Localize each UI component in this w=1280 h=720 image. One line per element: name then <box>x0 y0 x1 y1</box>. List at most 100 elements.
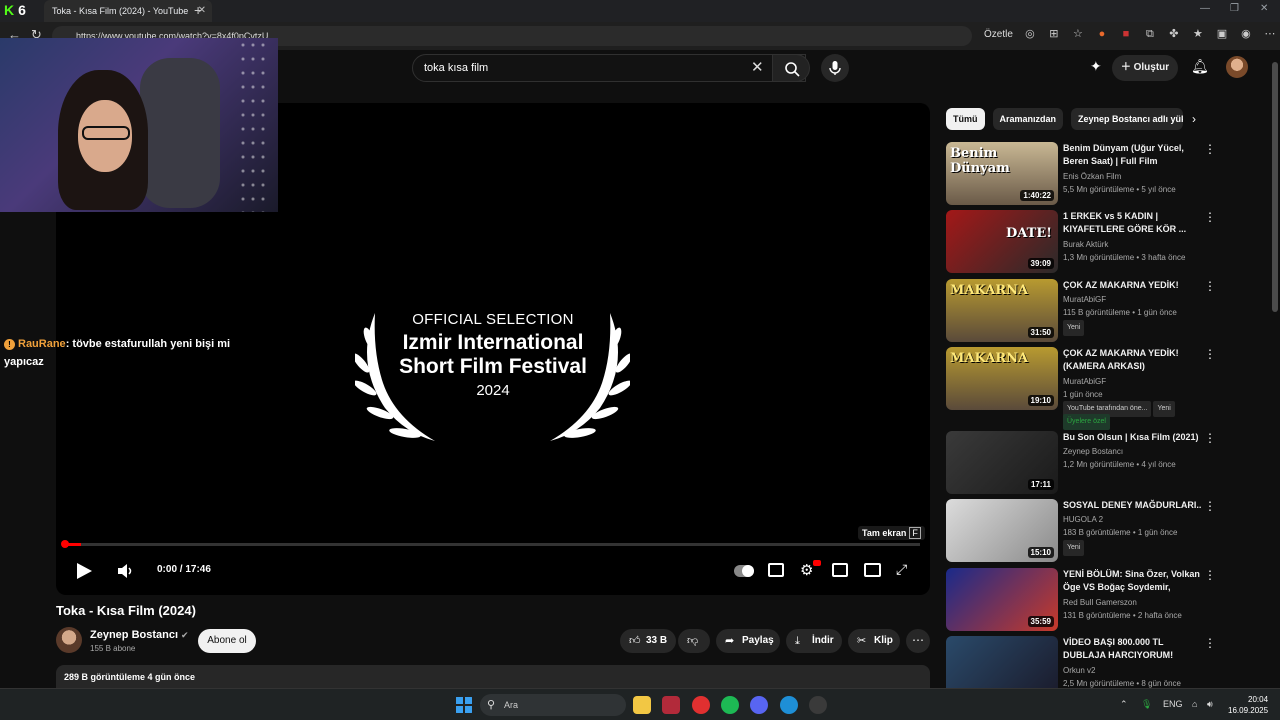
opera-icon[interactable] <box>692 696 710 714</box>
edge-icon[interactable] <box>780 696 798 714</box>
settings-gear-icon[interactable]: ⚙ <box>800 561 813 583</box>
rec-title[interactable]: SOSYAL DENEY MAĞDURLARI.. <box>1063 499 1203 512</box>
speaker-icon[interactable]: 🔊︎ <box>1207 699 1213 710</box>
subtitles-icon[interactable] <box>768 563 784 577</box>
rec-channel[interactable]: Enis Özkan Film <box>1063 170 1203 184</box>
video-thumbnail[interactable]: DATE! 39:09 <box>946 210 1058 273</box>
progress-bar[interactable] <box>64 543 920 546</box>
channel-avatar[interactable] <box>56 627 82 653</box>
more-vertical-icon[interactable]: ⋮ <box>1204 636 1216 650</box>
more-vertical-icon[interactable]: ⋮ <box>1204 279 1216 293</box>
reader-icon[interactable]: ◎ <box>1023 27 1037 41</box>
video-thumbnail[interactable]: 17:11 <box>946 431 1058 494</box>
chip-all[interactable]: Tümü <box>946 108 985 130</box>
share-button[interactable]: ➦ Paylaş <box>716 629 780 653</box>
chip-from-search[interactable]: Aramanızdan <box>992 108 1064 130</box>
new-tab-button[interactable]: + <box>194 2 202 18</box>
network-icon[interactable]: ⌂ <box>1192 699 1197 709</box>
favorites-icon[interactable]: ★ <box>1191 27 1205 41</box>
windows-start-icon[interactable] <box>455 696 473 714</box>
rec-channel[interactable]: Red Bull Gamerszon <box>1063 596 1203 610</box>
plus-icon: ＋ <box>1120 62 1134 73</box>
download-button[interactable]: ⤓ İndir <box>786 629 842 653</box>
taskbar-search[interactable]: Ara <box>480 694 626 716</box>
create-button[interactable]: ＋ Oluştur <box>1112 55 1178 81</box>
mic-tray-icon[interactable]: 🎙︎ <box>1141 699 1152 710</box>
miniplayer-icon[interactable] <box>832 563 848 577</box>
more-menu-icon[interactable]: ⋯ <box>1263 27 1277 41</box>
rec-channel[interactable]: MuratAbiGF <box>1063 293 1203 307</box>
favorite-star-icon[interactable]: ☆ <box>1071 27 1085 41</box>
voice-search-button[interactable] <box>821 54 849 82</box>
video-thumbnail[interactable]: MAKARNA 19:10 <box>946 347 1058 410</box>
clear-search-icon[interactable]: ✕ <box>751 58 764 76</box>
video-thumbnail[interactable] <box>946 636 1058 688</box>
extension-icon[interactable]: ● <box>1095 27 1109 41</box>
apps-icon[interactable]: ⊞ <box>1047 27 1061 41</box>
search-button[interactable] <box>772 54 810 82</box>
chip-channel[interactable]: Zeynep Bostancı adlı yük <box>1071 108 1184 130</box>
extension-badge-icon[interactable]: ■ <box>1119 27 1133 41</box>
more-actions-button[interactable]: ⋯ <box>906 629 930 653</box>
rec-channel[interactable]: HUGOLA 2 <box>1063 513 1203 527</box>
extensions-puzzle-icon[interactable]: ✤ <box>1167 27 1181 41</box>
rec-title[interactable]: ÇOK AZ MAKARNA YEDİK! <box>1063 279 1203 292</box>
split-screen-icon[interactable]: ⧉ <box>1143 27 1157 41</box>
description-box[interactable]: 289 B görüntüleme 4 gün önce <box>56 665 930 689</box>
chevron-right-icon[interactable]: › <box>1192 112 1196 126</box>
video-thumbnail[interactable]: 15:10 <box>946 499 1058 562</box>
theater-mode-icon[interactable] <box>864 563 881 577</box>
more-vertical-icon[interactable]: ⋮ <box>1204 568 1216 582</box>
system-clock[interactable]: 20:04 16.09.2025 <box>1228 694 1268 716</box>
browser-tab[interactable]: Toka - Kısa Film (2024) - YouTube ✕ <box>44 0 212 22</box>
maximize-icon[interactable]: ❐ <box>1230 3 1239 14</box>
minimize-icon[interactable]: — <box>1200 3 1210 14</box>
like-button[interactable]: 👍︎ 33 B <box>620 629 676 653</box>
rec-title[interactable]: 1 ERKEK vs 5 KADIN | KIYAFETLERE GÖRE KÖ… <box>1063 210 1203 236</box>
fullscreen-icon[interactable]: ⤢ <box>896 561 907 583</box>
file-explorer-icon[interactable] <box>633 696 651 714</box>
summarize-button[interactable]: Özetle <box>984 29 1013 40</box>
more-vertical-icon[interactable]: ⋮ <box>1204 499 1216 513</box>
rec-channel[interactable]: Orkun v2 <box>1063 664 1203 678</box>
rec-title[interactable]: VİDEO BAŞI 800.000 TL DUBLAJA HARCIYORUM… <box>1063 636 1203 662</box>
video-thumbnail[interactable]: 35:59 <box>946 568 1058 631</box>
autoplay-toggle[interactable] <box>734 565 754 577</box>
rec-channel[interactable]: Burak Aktürk <box>1063 238 1203 252</box>
notifications-bell-icon[interactable]: 🔔︎ <box>1191 58 1209 75</box>
page-scrollbar[interactable] <box>1270 50 1280 688</box>
rec-title[interactable]: Bu Son Olsun | Kısa Film (2021) <box>1063 431 1203 444</box>
more-vertical-icon[interactable]: ⋮ <box>1204 347 1216 361</box>
recommendation-item[interactable]: VİDEO BAŞI 800.000 TL DUBLAJA HARCIYORUM… <box>946 636 1264 688</box>
video-thumbnail[interactable]: MAKARNA 31:50 <box>946 279 1058 342</box>
spotify-icon[interactable] <box>721 696 739 714</box>
rec-title[interactable]: YENİ BÖLÜM: Sina Özer, Volkan Öge VS Boğ… <box>1063 568 1203 594</box>
video-thumbnail[interactable]: Benim Dünyam 1:40:22 <box>946 142 1058 205</box>
window-close-icon[interactable]: ✕ <box>1260 3 1268 14</box>
channel-name[interactable]: Zeynep Bostancı ✔ <box>90 629 189 641</box>
more-vertical-icon[interactable]: ⋮ <box>1204 431 1216 445</box>
volume-icon[interactable] <box>116 560 134 582</box>
language-indicator[interactable]: ENG <box>1163 699 1183 709</box>
clip-button[interactable]: ✂ Klip <box>848 629 900 653</box>
collections-icon[interactable]: ▣ <box>1215 27 1229 41</box>
rec-channel[interactable]: Zeynep Bostancı <box>1063 445 1203 459</box>
obs-icon[interactable] <box>809 696 827 714</box>
dislike-button[interactable]: 👎︎ <box>678 629 710 653</box>
subscribe-button[interactable]: Abone ol <box>198 629 256 653</box>
play-icon[interactable] <box>74 560 94 582</box>
discord-icon[interactable] <box>750 696 768 714</box>
valorant-icon[interactable] <box>662 696 680 714</box>
rec-title[interactable]: Benim Dünyam (Uğur Yücel, Beren Saat) | … <box>1063 142 1203 168</box>
scrollbar-thumb[interactable] <box>1272 62 1278 312</box>
more-vertical-icon[interactable]: ⋮ <box>1204 142 1216 156</box>
rec-channel[interactable]: MuratAbiGF <box>1063 375 1203 389</box>
shorts-gear-icon[interactable]: ✦ <box>1090 58 1102 75</box>
more-vertical-icon[interactable]: ⋮ <box>1204 210 1216 224</box>
profile-icon[interactable]: ◉ <box>1239 27 1253 41</box>
rec-title[interactable]: ÇOK AZ MAKARNA YEDİK! (KAMERA ARKASI) <box>1063 347 1203 373</box>
chevron-up-icon[interactable]: ⌃ <box>1120 699 1128 710</box>
search-input[interactable]: toka kısa film <box>412 54 806 82</box>
account-avatar[interactable] <box>1226 56 1248 78</box>
scrubber-handle[interactable] <box>61 540 69 548</box>
